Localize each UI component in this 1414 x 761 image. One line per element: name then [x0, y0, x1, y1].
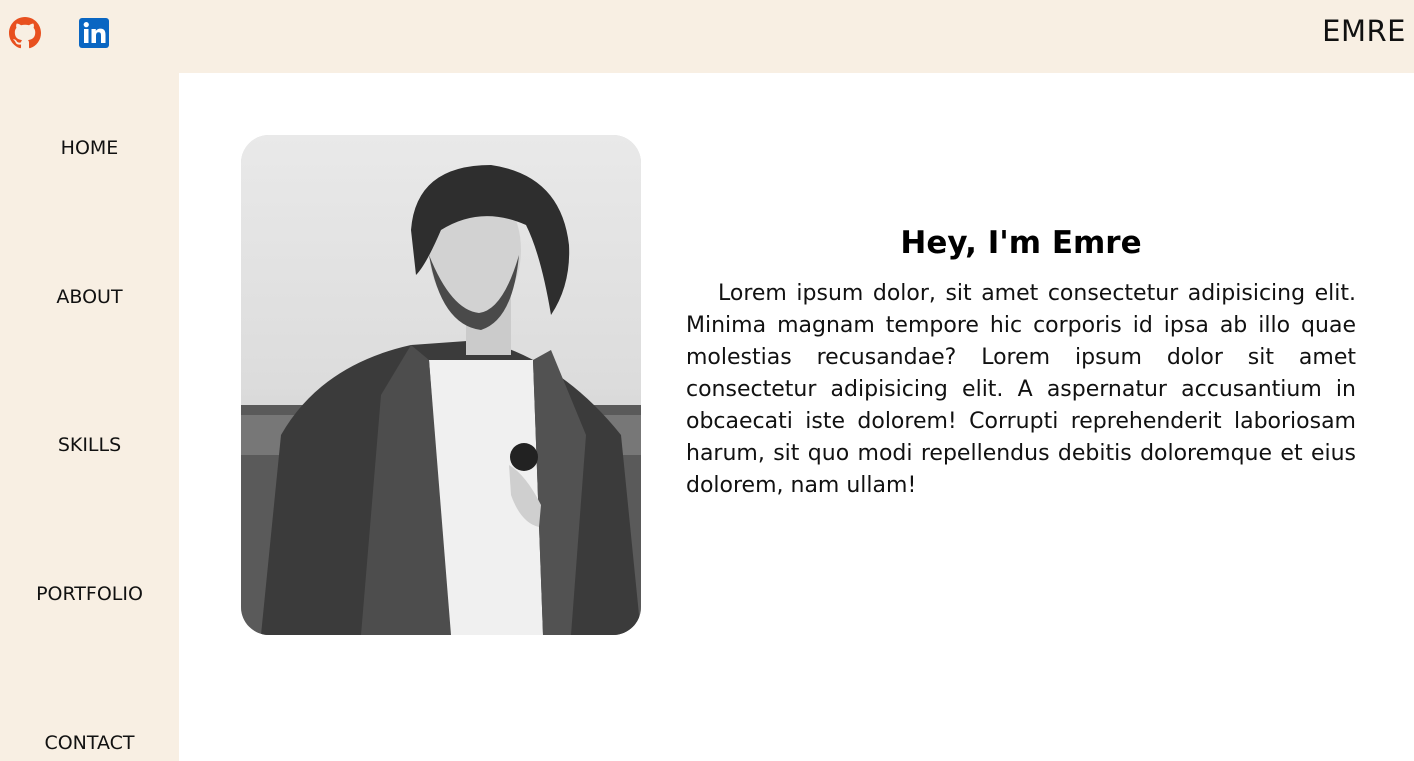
profile-photo	[241, 135, 641, 635]
bio-paragraph: Lorem ipsum dolor, sit amet consectetur …	[686, 281, 1356, 498]
sidebar-item-skills[interactable]: SKILLS	[0, 434, 179, 456]
top-bar: EMRE	[0, 0, 1414, 73]
page-title: Hey, I'm Emre	[900, 225, 1142, 261]
github-icon[interactable]	[9, 17, 41, 49]
linkedin-icon[interactable]	[78, 17, 110, 49]
sidebar-item-about[interactable]: ABOUT	[0, 286, 179, 308]
site-brand: EMRE	[1322, 14, 1406, 48]
sidebar-item-portfolio[interactable]: PORTFOLIO	[0, 583, 179, 605]
sidebar-nav: HOME ABOUT SKILLS PORTFOLIO CONTACT	[0, 73, 179, 761]
sidebar-item-home[interactable]: HOME	[0, 137, 179, 159]
sidebar-item-contact[interactable]: CONTACT	[0, 732, 179, 754]
